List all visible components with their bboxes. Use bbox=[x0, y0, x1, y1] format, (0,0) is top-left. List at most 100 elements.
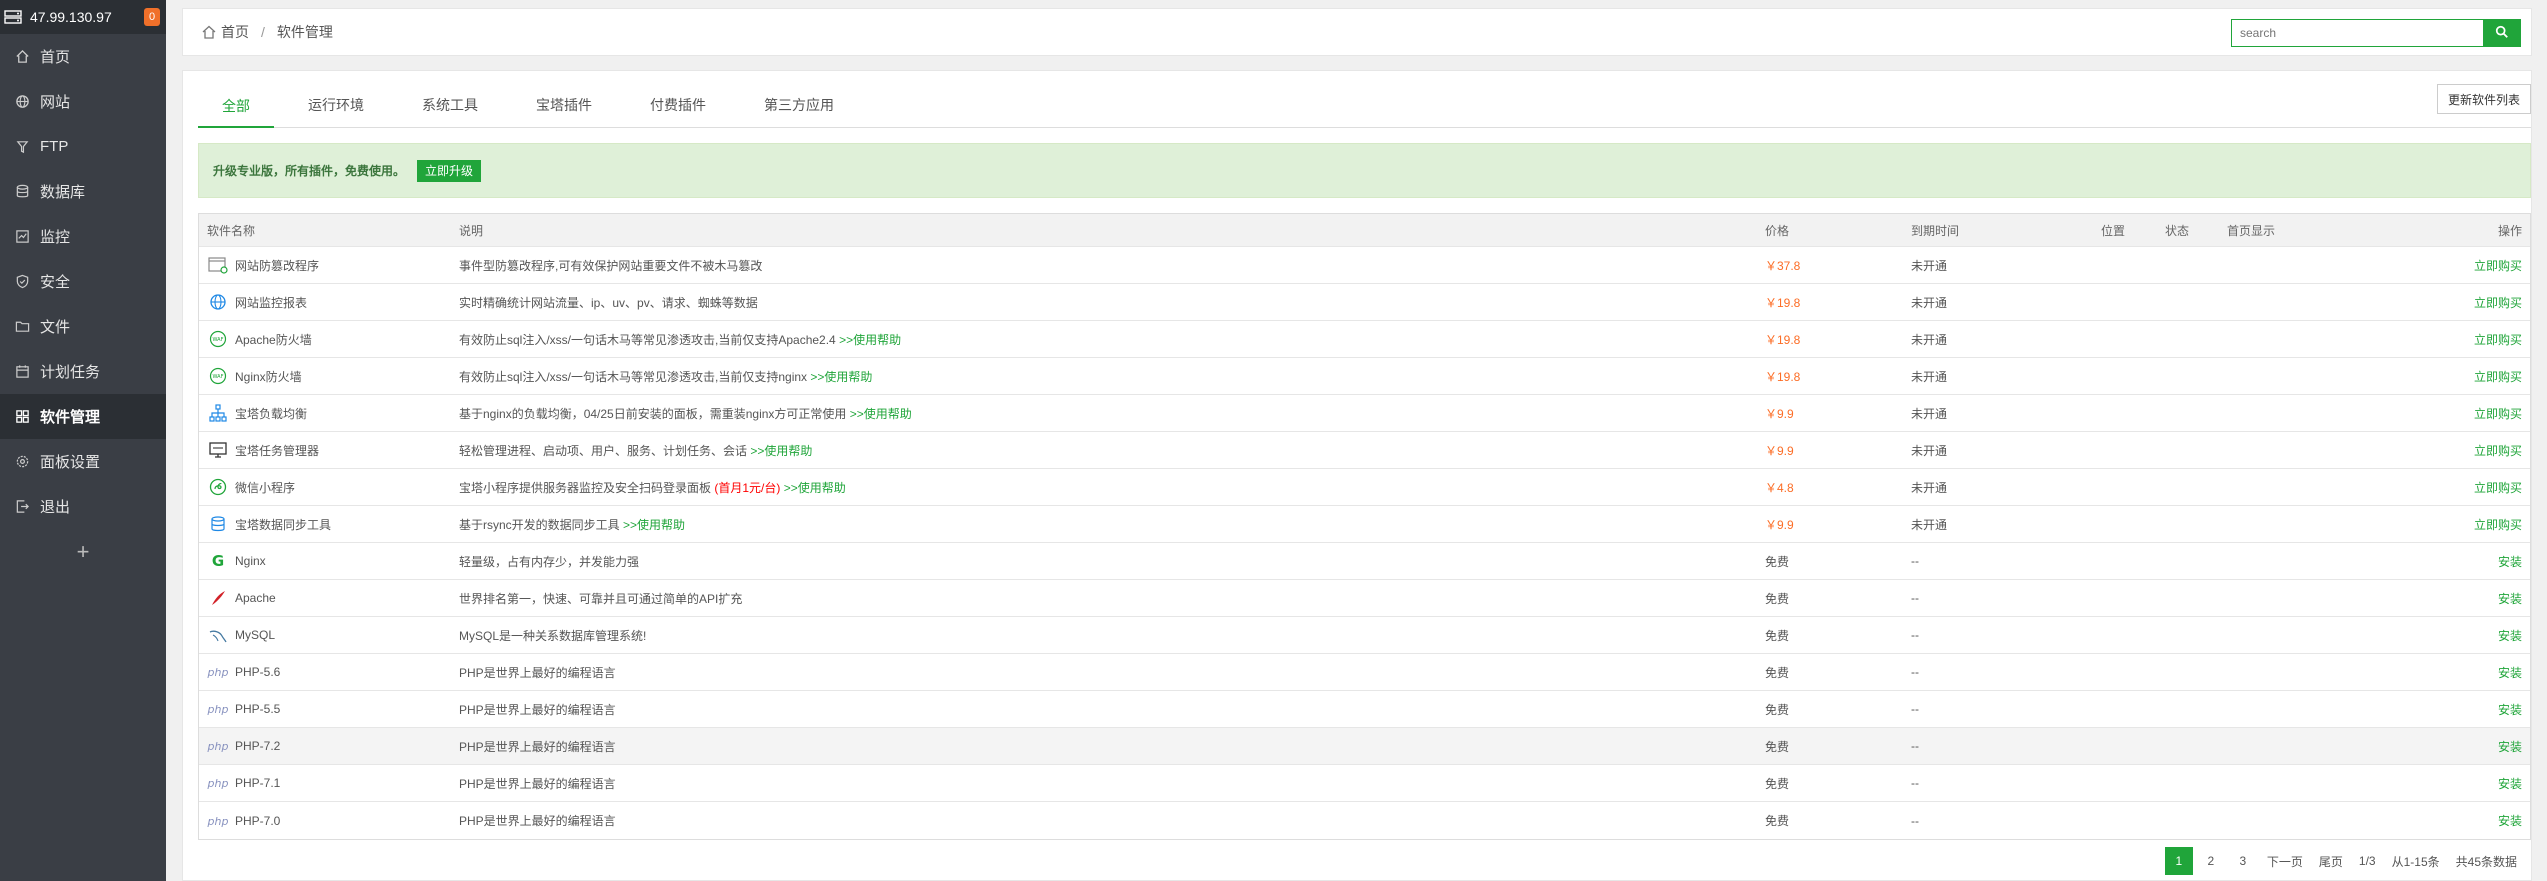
svg-text:WAF: WAF bbox=[213, 374, 224, 380]
svg-text:php: php bbox=[207, 666, 228, 679]
sidebar-item-home[interactable]: 首页 bbox=[0, 34, 166, 79]
last-page[interactable]: 尾页 bbox=[2313, 847, 2349, 875]
update-list-button[interactable]: 更新软件列表 bbox=[2436, 84, 2531, 114]
sidebar-item-cron[interactable]: 计划任务 bbox=[0, 349, 166, 394]
software-name-cell[interactable]: WAF Apache防火墙 bbox=[199, 328, 459, 350]
help-link[interactable]: >>使用帮助 bbox=[623, 518, 685, 532]
page-1[interactable]: 1 bbox=[2164, 847, 2193, 875]
upgrade-button[interactable]: 立即升级 bbox=[417, 159, 482, 182]
total-count: 共45条数据 bbox=[2455, 854, 2517, 869]
software-desc: PHP是世界上最好的编程语言 bbox=[459, 775, 1765, 792]
table-row: MySQL MySQL是一种关系数据库管理系统! 免费 -- 安装 bbox=[199, 617, 2530, 654]
tab-bt-plugins[interactable]: 宝塔插件 bbox=[512, 87, 616, 127]
search-input[interactable] bbox=[2231, 19, 2483, 47]
software-name-cell[interactable]: 网站防篡改程序 bbox=[199, 254, 459, 276]
tab-all[interactable]: 全部 bbox=[198, 88, 274, 128]
buy-button[interactable]: 立即购买 bbox=[2474, 333, 2522, 347]
next-page[interactable]: 下一页 bbox=[2261, 847, 2309, 875]
install-button[interactable]: 安装 bbox=[2498, 814, 2522, 828]
help-link[interactable]: >>使用帮助 bbox=[780, 481, 846, 495]
install-button[interactable]: 安装 bbox=[2498, 666, 2522, 680]
sidebar-item-website[interactable]: 网站 bbox=[0, 79, 166, 124]
calendar-icon bbox=[14, 364, 30, 380]
software-price: ￥19.8 bbox=[1765, 332, 1801, 347]
topbar: 首页 / 软件管理 bbox=[182, 8, 2532, 56]
software-name-cell[interactable]: WAF Nginx防火墙 bbox=[199, 365, 459, 387]
software-expire: -- bbox=[1911, 702, 1919, 716]
sidebar-item-files[interactable]: 文件 bbox=[0, 304, 166, 349]
buy-button[interactable]: 立即购买 bbox=[2474, 518, 2522, 532]
page-range: 从1-15条 bbox=[2391, 854, 2440, 869]
sidebar-item-monitor[interactable]: 监控 bbox=[0, 214, 166, 259]
buy-button[interactable]: 立即购买 bbox=[2474, 407, 2522, 421]
software-price: 免费 bbox=[1765, 702, 1790, 717]
software-price: 免费 bbox=[1765, 554, 1790, 569]
software-name-cell[interactable]: php PHP-5.6 bbox=[199, 661, 459, 683]
col-home: 首页显示 bbox=[2227, 223, 2276, 238]
software-expire: -- bbox=[1911, 739, 1919, 753]
page-3[interactable]: 3 bbox=[2229, 847, 2257, 875]
software-op: 立即购买 bbox=[2377, 516, 2530, 533]
sidebar-item-logout[interactable]: 退出 bbox=[0, 484, 166, 529]
software-name-cell[interactable]: 网站监控报表 bbox=[199, 291, 459, 313]
software-expire: 未开通 bbox=[1911, 332, 1948, 347]
sidebar-item-database[interactable]: 数据库 bbox=[0, 169, 166, 214]
tab-third-party[interactable]: 第三方应用 bbox=[740, 87, 858, 127]
buy-button[interactable]: 立即购买 bbox=[2474, 296, 2522, 310]
col-name[interactable]: 软件名称 bbox=[199, 222, 459, 239]
sidebar-item-ftp[interactable]: FTP bbox=[0, 124, 166, 169]
install-button[interactable]: 安装 bbox=[2498, 592, 2522, 606]
sidebar-item-security[interactable]: 安全 bbox=[0, 259, 166, 304]
software-name-cell[interactable]: 宝塔负载均衡 bbox=[199, 402, 459, 424]
buy-button[interactable]: 立即购买 bbox=[2474, 370, 2522, 384]
add-button[interactable]: + bbox=[0, 529, 166, 574]
software-name-cell[interactable]: php PHP-5.5 bbox=[199, 698, 459, 720]
software-name-cell[interactable]: MySQL bbox=[199, 624, 459, 646]
help-link[interactable]: >>使用帮助 bbox=[839, 333, 901, 347]
sidebar-item-settings[interactable]: 面板设置 bbox=[0, 439, 166, 484]
search-button[interactable] bbox=[2483, 19, 2521, 47]
install-button[interactable]: 安装 bbox=[2498, 555, 2522, 569]
software-name-cell[interactable]: php PHP-7.2 bbox=[199, 735, 459, 757]
software-expire: -- bbox=[1911, 665, 1919, 679]
table-row: 网站监控报表 实时精确统计网站流量、ip、uv、pv、请求、蜘蛛等数据 ￥19.8 未… bbox=[199, 284, 2530, 321]
table-row: php PHP-5.5 PHP是世界上最好的编程语言 免费 -- 安装 bbox=[199, 691, 2530, 728]
software-name: PHP-7.0 bbox=[235, 813, 281, 828]
install-button[interactable]: 安装 bbox=[2498, 629, 2522, 643]
desc-text: 宝塔小程序提供服务器监控及安全扫码登录面板 bbox=[459, 480, 715, 495]
software-desc: 基于rsync开发的数据同步工具 >>使用帮助 bbox=[459, 516, 1765, 533]
tab-runtime[interactable]: 运行环境 bbox=[284, 87, 388, 127]
desc-text: 有效防止sql注入/xss/一句话木马等常见渗透攻击,当前仅支持Apache2.… bbox=[459, 332, 840, 347]
pagination: 1 2 3 下一页 尾页 1/3 从1-15条 共45条数据 bbox=[2161, 847, 2523, 875]
help-link[interactable]: >>使用帮助 bbox=[810, 370, 872, 384]
software-price: 免费 bbox=[1765, 665, 1790, 680]
software-name-cell[interactable]: 微信小程序 bbox=[199, 476, 459, 498]
table-row: 网站防篡改程序 事件型防篡改程序,可有效保护网站重要文件不被木马篡改 ￥37.8 未开… bbox=[199, 247, 2530, 284]
software-name-cell[interactable]: 宝塔数据同步工具 bbox=[199, 513, 459, 535]
tab-paid-plugins[interactable]: 付费插件 bbox=[626, 87, 730, 127]
software-name-cell[interactable]: php PHP-7.1 bbox=[199, 772, 459, 794]
buy-button[interactable]: 立即购买 bbox=[2474, 259, 2522, 273]
install-button[interactable]: 安装 bbox=[2498, 777, 2522, 791]
tab-system-tools[interactable]: 系统工具 bbox=[398, 87, 502, 127]
software-desc: 世界排名第一，快速、可靠并且可通过简单的API扩充 bbox=[459, 590, 1765, 607]
breadcrumb-home[interactable]: 首页 bbox=[221, 22, 249, 42]
software-name-cell[interactable]: 宝塔任务管理器 bbox=[199, 439, 459, 461]
col-price[interactable]: 价格 bbox=[1765, 222, 1911, 239]
sidebar-item-software[interactable]: 软件管理 bbox=[0, 394, 166, 439]
notification-badge[interactable]: 0 bbox=[144, 8, 160, 26]
software-name-cell[interactable]: Apache bbox=[199, 587, 459, 609]
page-2[interactable]: 2 bbox=[2197, 847, 2225, 875]
install-button[interactable]: 安装 bbox=[2498, 703, 2522, 717]
install-button[interactable]: 安装 bbox=[2498, 740, 2522, 754]
buy-button[interactable]: 立即购买 bbox=[2474, 481, 2522, 495]
software-name: 网站监控报表 bbox=[235, 295, 308, 310]
help-link[interactable]: >>使用帮助 bbox=[850, 407, 912, 421]
software-name-cell[interactable]: php PHP-7.0 bbox=[199, 810, 459, 832]
help-link[interactable]: >>使用帮助 bbox=[750, 444, 812, 458]
ftp-icon bbox=[14, 139, 30, 155]
buy-button[interactable]: 立即购买 bbox=[2474, 444, 2522, 458]
software-name-cell[interactable]: G Nginx bbox=[199, 550, 459, 572]
loadbalance-icon bbox=[207, 402, 229, 424]
desc-text: 基于nginx的负载均衡，04/25日前安装的面板，需重装nginx方可正常使用 bbox=[459, 406, 850, 421]
